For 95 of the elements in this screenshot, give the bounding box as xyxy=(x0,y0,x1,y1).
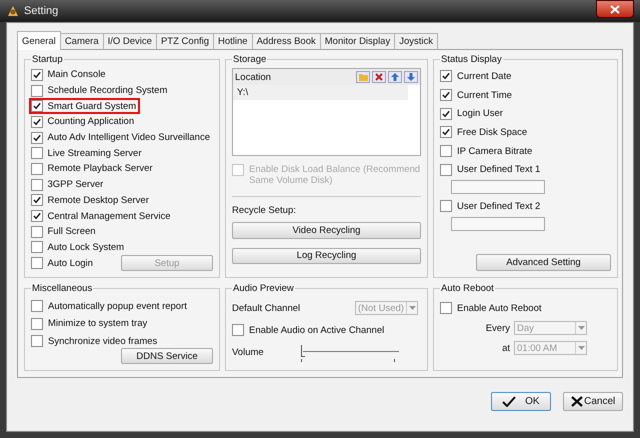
tab[interactable]: Joystick xyxy=(394,33,438,49)
folder-button[interactable] xyxy=(356,71,370,83)
checkbox-label: Smart Guard System xyxy=(48,100,136,112)
checkbox[interactable] xyxy=(30,100,42,112)
checkbox[interactable] xyxy=(30,162,42,175)
checkbox-label: Current Time xyxy=(457,90,512,101)
group-title: Status Display xyxy=(440,54,503,65)
checkbox-label: Auto Adv Intelligent Video Surveillance xyxy=(48,132,210,144)
checkbox-label: Enable Disk Load Balance (Recommend Same Volume Disk) xyxy=(249,164,421,186)
checkbox-label: Counting Application xyxy=(48,116,134,128)
checkbox-label: User Defined Text 1 xyxy=(457,164,540,176)
checkbox[interactable] xyxy=(30,84,42,97)
cancel-button[interactable]: Cancel xyxy=(563,392,623,411)
text-field[interactable] xyxy=(451,216,545,231)
advanced-setting-button[interactable]: Advanced Setting xyxy=(476,254,611,271)
close-button[interactable] xyxy=(596,0,634,18)
dropdown-arrow-icon xyxy=(578,326,584,330)
checkbox[interactable] xyxy=(30,241,42,254)
checkbox[interactable] xyxy=(232,324,244,336)
slider-thumb[interactable] xyxy=(301,345,305,357)
checkbox[interactable] xyxy=(30,68,42,81)
list-item[interactable]: Y:\ xyxy=(233,85,408,100)
checkbox-label: Enable Auto Reboot xyxy=(457,302,542,314)
tab[interactable]: Monitor Display xyxy=(320,33,396,49)
checkbox[interactable] xyxy=(30,116,42,128)
text-field[interactable] xyxy=(451,180,545,194)
move-down-button[interactable] xyxy=(404,71,418,83)
recycling-button[interactable]: Video Recycling xyxy=(232,222,421,239)
checkbox-label: Live Streaming Server xyxy=(48,148,142,159)
checkbox-label: Remote Playback Server xyxy=(48,163,153,174)
checkbox-label: Free Disk Space xyxy=(457,126,528,138)
recycling-button[interactable]: Log Recycling xyxy=(232,248,421,264)
checkbox[interactable] xyxy=(440,302,452,314)
check-icon xyxy=(502,396,516,407)
checkbox[interactable] xyxy=(440,89,452,102)
checkbox-label: Full Screen xyxy=(48,226,96,238)
field-label: Volume xyxy=(232,346,265,358)
delete-icon xyxy=(375,73,383,81)
field-label: Every xyxy=(486,322,510,334)
down-arrow-icon xyxy=(407,73,415,81)
checkbox[interactable] xyxy=(440,200,452,212)
checkbox[interactable] xyxy=(30,178,42,191)
folder-icon xyxy=(358,73,368,81)
group-title: Storage xyxy=(232,54,268,65)
tab[interactable]: PTZ Config xyxy=(156,33,214,49)
checkbox-label: Main Console xyxy=(48,69,106,80)
checkbox[interactable] xyxy=(30,132,42,144)
checkbox[interactable] xyxy=(440,70,452,82)
checkbox-label: 3GPP Server xyxy=(48,179,104,190)
dropdown-arrow-icon xyxy=(578,346,584,350)
checkbox[interactable] xyxy=(440,108,452,120)
checkbox-label: User Defined Text 2 xyxy=(457,200,540,212)
checkbox[interactable] xyxy=(30,226,42,238)
checkbox[interactable] xyxy=(30,257,42,270)
cross-icon xyxy=(570,396,583,407)
delete-button[interactable] xyxy=(372,71,386,83)
window-title: Setting xyxy=(24,5,58,17)
checkbox-label: Remote Desktop Server xyxy=(48,194,149,206)
checkbox[interactable] xyxy=(30,210,42,222)
checkbox[interactable] xyxy=(440,126,452,138)
checkbox[interactable] xyxy=(31,318,43,330)
checkbox-label: Central Management Service xyxy=(48,210,171,222)
volume-slider[interactable] xyxy=(301,343,399,361)
up-arrow-icon xyxy=(391,73,399,81)
checkbox-label: IP Camera Bitrate xyxy=(457,146,532,157)
tab[interactable]: General xyxy=(17,31,61,50)
dropdown-arrow-icon xyxy=(408,306,416,310)
close-icon xyxy=(610,4,620,14)
ddns-service-button[interactable]: DDNS Service xyxy=(121,348,213,364)
checkbox[interactable] xyxy=(31,300,43,312)
checkbox[interactable] xyxy=(440,145,452,158)
checkbox[interactable] xyxy=(30,147,42,160)
checkbox-label: Enable Audio on Active Channel xyxy=(249,324,384,336)
checkbox[interactable] xyxy=(31,335,43,348)
checkbox[interactable] xyxy=(440,164,452,176)
checkbox-label: Login User xyxy=(457,108,503,120)
recycle-setup-label: Recycle Setup: xyxy=(232,205,297,216)
group-title: Startup xyxy=(31,54,64,65)
checkbox-label: Minimize to system tray xyxy=(48,318,148,330)
app-icon xyxy=(6,4,20,18)
checkbox[interactable] xyxy=(30,194,42,206)
group-title: Audio Preview xyxy=(232,283,295,294)
checkbox-label: Automatically popup event report xyxy=(48,300,187,312)
move-up-button[interactable] xyxy=(388,71,402,83)
checkbox-label: Current Date xyxy=(457,70,512,82)
list-header: Location xyxy=(235,72,271,82)
field-label: Default Channel xyxy=(232,302,302,314)
checkbox-label: Auto Lock System xyxy=(48,242,124,253)
checkbox-label: Schedule Recording System xyxy=(48,85,168,96)
field-label: at xyxy=(502,342,510,354)
group-title: Miscellaneous xyxy=(31,283,94,294)
checkbox-label: Auto Login xyxy=(48,258,93,269)
ok-button[interactable]: OK xyxy=(491,392,551,411)
checkbox-label: Synchronize video frames xyxy=(48,336,158,347)
group-title: Auto Reboot xyxy=(440,283,495,294)
